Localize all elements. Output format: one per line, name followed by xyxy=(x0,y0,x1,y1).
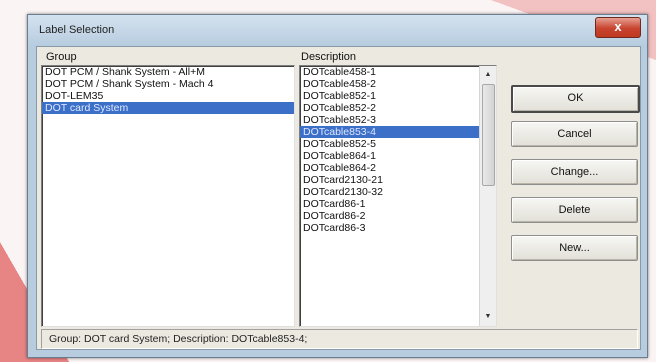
description-list-item[interactable]: DOTcable852-5 xyxy=(300,138,496,150)
group-label: Group xyxy=(46,51,77,63)
description-scrollbar[interactable]: ▲ ▼ xyxy=(479,66,496,326)
description-list-item[interactable]: DOTcard86-2 xyxy=(300,210,496,222)
description-label: Description xyxy=(301,51,357,63)
dialog-client-area: Group DOT PCM / Shank System - All+M DOT … xyxy=(36,46,641,350)
scroll-up-arrow-icon[interactable]: ▲ xyxy=(480,68,496,82)
new-button[interactable]: New... xyxy=(511,235,638,261)
group-list-item[interactable]: DOT card System xyxy=(42,102,294,114)
ok-button[interactable]: OK xyxy=(511,85,640,113)
change-button[interactable]: Change... xyxy=(511,159,638,185)
scroll-down-arrow-icon[interactable]: ▼ xyxy=(480,310,496,324)
title-bar[interactable]: Label Selection x xyxy=(28,15,647,45)
description-list-item[interactable]: DOTcable852-2 xyxy=(300,102,496,114)
close-button[interactable]: x xyxy=(595,17,641,38)
description-list-item[interactable]: DOTcable458-2 xyxy=(300,78,496,90)
description-list-item[interactable]: DOTcable864-1 xyxy=(300,150,496,162)
description-listbox[interactable]: DOTcable458-1 DOTcable458-2 DOTcable852-1 D… xyxy=(299,65,497,327)
dialog-title: Label Selection xyxy=(39,24,115,36)
group-listbox[interactable]: DOT PCM / Shank System - All+M DOT PCM / … xyxy=(41,65,295,327)
description-items: DOTcable458-1 DOTcable458-2 DOTcable852-1 D… xyxy=(300,66,496,234)
status-text: Group: DOT card System; Description: DOT… xyxy=(49,333,308,345)
group-list-item[interactable]: DOT PCM / Shank System - Mach 4 xyxy=(42,78,294,90)
description-list-item[interactable]: DOTcard86-1 xyxy=(300,198,496,210)
description-list-item[interactable]: DOTcable864-2 xyxy=(300,162,496,174)
description-list-item[interactable]: DOTcable852-1 xyxy=(300,90,496,102)
description-list-item[interactable]: DOTcable853-4 xyxy=(300,126,496,138)
label-selection-dialog: Label Selection x Group DOT PCM / Shank … xyxy=(27,14,648,358)
description-list-item[interactable]: DOTcard2130-21 xyxy=(300,174,496,186)
close-icon: x xyxy=(614,19,622,34)
cancel-button[interactable]: Cancel xyxy=(511,121,638,147)
description-list-item[interactable]: DOTcard86-3 xyxy=(300,222,496,234)
group-list-item[interactable]: DOT-LEM35 xyxy=(42,90,294,102)
group-list-item[interactable]: DOT PCM / Shank System - All+M xyxy=(42,66,294,78)
scroll-thumb[interactable] xyxy=(482,84,495,186)
status-bar: Group: DOT card System; Description: DOT… xyxy=(41,329,638,349)
description-list-item[interactable]: DOTcard2130-32 xyxy=(300,186,496,198)
description-list-item[interactable]: DOTcable852-3 xyxy=(300,114,496,126)
description-list-item[interactable]: DOTcable458-1 xyxy=(300,66,496,78)
delete-button[interactable]: Delete xyxy=(511,197,638,223)
